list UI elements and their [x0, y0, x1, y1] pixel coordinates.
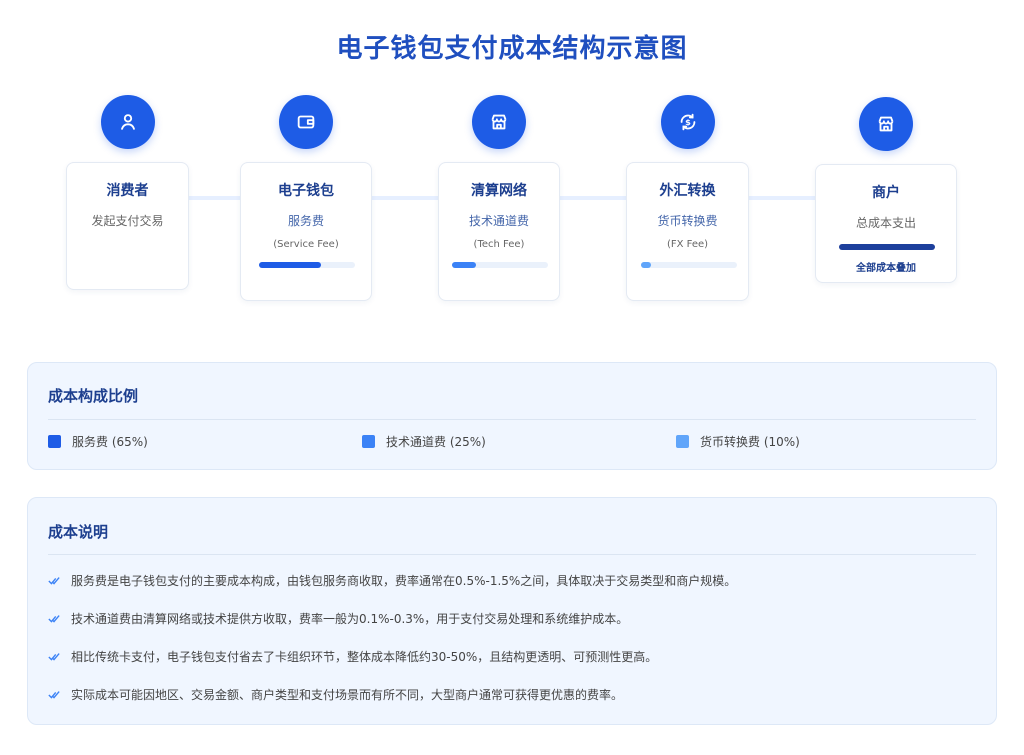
- tech-fee-bar: [452, 262, 548, 268]
- node-consumer: 消费者 发起支付交易: [66, 162, 189, 290]
- connector-3: [559, 196, 628, 200]
- legend-swatch: [676, 435, 689, 448]
- node-fx-conversion: 外汇转换 货币转换费 (FX Fee): [626, 162, 749, 301]
- check-icon: [48, 690, 60, 699]
- node-subtitle: 技术通道费: [468, 214, 529, 228]
- node-subtitle: 货币转换费: [657, 214, 718, 228]
- connector-2: [371, 196, 440, 200]
- legend-tech-fee: 技术通道费 (25%): [362, 433, 486, 450]
- node-wallet: 电子钱包 服务费 (Service Fee): [240, 162, 372, 301]
- legend-label: 货币转换费 (10%): [700, 435, 800, 449]
- currency-exchange-icon: $: [661, 95, 715, 149]
- shop-icon: [859, 97, 913, 151]
- explanation-text: 服务费是电子钱包支付的主要成本构成，由钱包服务商收取，费率通常在0.5%-1.5…: [71, 574, 737, 588]
- legend-swatch: [48, 435, 61, 448]
- node-subtitle: 服务费: [287, 214, 324, 228]
- explanation-text: 相比传统卡支付，电子钱包支付省去了卡组织环节，整体成本降低约30-50%，且结构…: [71, 650, 658, 664]
- node-note: (Tech Fee): [473, 239, 525, 250]
- divider: [48, 419, 976, 420]
- divider: [48, 554, 976, 555]
- connector-1: [188, 196, 242, 200]
- service-fee-bar: [259, 262, 355, 268]
- legend-label: 服务费 (65%): [72, 435, 148, 449]
- total-cost-bar: [839, 244, 935, 250]
- composition-title: 成本构成比例: [48, 387, 139, 405]
- node-title: 电子钱包: [278, 183, 334, 199]
- cost-composition-panel: 成本构成比例 服务费 (65%) 技术通道费 (25%) 货币转换费 (10%): [27, 362, 997, 470]
- cost-flow-diagram: 消费者 发起支付交易 电子钱包 服务费 (Service Fee) 清算网络 技…: [0, 0, 1024, 320]
- explanation-item: 实际成本可能因地区、交易金额、商户类型和支付场景而有所不同，大型商户通常可获得更…: [48, 686, 623, 703]
- user-icon: [101, 95, 155, 149]
- legend-fx-fee: 货币转换费 (10%): [676, 433, 800, 450]
- check-icon: [48, 652, 60, 661]
- node-subtitle: 发起支付交易: [91, 214, 164, 228]
- legend-swatch: [362, 435, 375, 448]
- total-cost-label: 全部成本叠加: [856, 263, 916, 274]
- check-icon: [48, 614, 60, 623]
- node-merchant: 商户 总成本支出 全部成本叠加: [815, 164, 957, 283]
- node-subtitle: 总成本支出: [855, 216, 916, 230]
- wallet-icon: [279, 95, 333, 149]
- store-icon: [472, 95, 526, 149]
- node-title: 清算网络: [471, 183, 527, 199]
- node-title: 外汇转换: [659, 183, 716, 199]
- node-note: (FX Fee): [666, 239, 709, 250]
- explanation-title: 成本说明: [48, 523, 109, 541]
- explanation-item: 技术通道费由清算网络或技术提供方收取，费率一般为0.1%-0.3%，用于支付交易…: [48, 610, 628, 627]
- legend-service-fee: 服务费 (65%): [48, 433, 148, 450]
- svg-text:$: $: [685, 117, 691, 127]
- explanation-text: 实际成本可能因地区、交易金额、商户类型和支付场景而有所不同，大型商户通常可获得更…: [71, 688, 624, 702]
- cost-explanation-panel: 成本说明 服务费是电子钱包支付的主要成本构成，由钱包服务商收取，费率通常在0.5…: [27, 497, 997, 725]
- tech-fee-bar-fill: [452, 262, 476, 268]
- node-title: 商户: [872, 185, 900, 201]
- service-fee-bar-fill: [259, 262, 322, 268]
- fx-fee-bar-fill: [641, 262, 651, 268]
- explanation-text: 技术通道费由清算网络或技术提供方收取，费率一般为0.1%-0.3%，用于支付交易…: [71, 612, 629, 626]
- legend-label: 技术通道费 (25%): [386, 435, 486, 449]
- node-clearing-network: 清算网络 技术通道费 (Tech Fee): [438, 162, 560, 301]
- check-icon: [48, 576, 60, 585]
- node-title: 消费者: [106, 183, 149, 199]
- fx-fee-bar: [641, 262, 737, 268]
- node-note: (Service Fee): [273, 239, 339, 250]
- explanation-item: 服务费是电子钱包支付的主要成本构成，由钱包服务商收取，费率通常在0.5%-1.5…: [48, 572, 736, 589]
- explanation-item: 相比传统卡支付，电子钱包支付省去了卡组织环节，整体成本降低约30-50%，且结构…: [48, 648, 657, 665]
- connector-4: [748, 196, 817, 200]
